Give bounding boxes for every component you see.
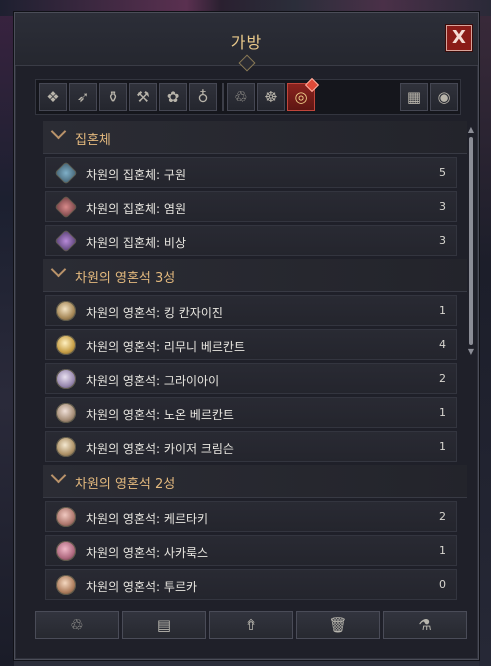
item-count: 4 bbox=[439, 338, 446, 351]
collection-gem-icon bbox=[54, 195, 78, 219]
item-count: 1 bbox=[439, 406, 446, 419]
collection-gem-icon bbox=[54, 161, 78, 185]
list-item[interactable]: 차원의 집혼체: 비상 3 bbox=[45, 225, 457, 256]
tab-materials[interactable]: ✿ bbox=[159, 83, 187, 111]
group-label: 차원의 영혼석 2성 bbox=[75, 477, 176, 492]
chevron-down-icon bbox=[51, 264, 65, 278]
soulstone-icon bbox=[56, 403, 76, 423]
soulstone-icon bbox=[56, 507, 76, 527]
eye-toggle-button[interactable]: ◉ bbox=[430, 83, 458, 111]
alchemy-button[interactable]: ⚗ bbox=[383, 611, 467, 639]
title-bar[interactable]: 가방 X bbox=[15, 13, 478, 72]
chevron-down-icon bbox=[51, 470, 65, 484]
tab-pouch[interactable]: ♁ bbox=[189, 83, 217, 111]
item-count: 1 bbox=[439, 544, 446, 557]
item-name: 차원의 집혼체: 염원 bbox=[86, 202, 186, 216]
group-header-soulstone-3star[interactable]: 차원의 영혼석 3성 bbox=[43, 259, 467, 292]
anvil-icon: ⚒ bbox=[136, 88, 150, 106]
grid-view-icon: ▦ bbox=[406, 88, 422, 106]
item-name: 차원의 영혼석: 킹 칸자이진 bbox=[86, 306, 223, 320]
background-right bbox=[479, 0, 491, 666]
tab-emblem[interactable]: ☸ bbox=[257, 83, 285, 111]
list-item[interactable]: 차원의 영혼석: 노온 베르칸트 1 bbox=[45, 397, 457, 428]
soulstone-icon bbox=[56, 575, 76, 595]
group-header-soulstone-2star[interactable]: 차원의 영혼석 2성 bbox=[43, 465, 467, 498]
list-item[interactable]: 차원의 집혼체: 구원 5 bbox=[45, 157, 457, 188]
upgrade-statue-icon: ⇮ bbox=[244, 616, 258, 634]
list-item[interactable]: 차원의 영혼석: 카이저 크림슨 1 bbox=[45, 431, 457, 462]
group-label: 집혼체 bbox=[75, 133, 111, 148]
coins-icon: ◎ bbox=[294, 88, 308, 106]
pouch-icon: ♁ bbox=[197, 88, 209, 106]
item-name: 차원의 영혼석: 노온 베르칸트 bbox=[86, 408, 234, 422]
scroll-map-icon: ▤ bbox=[156, 616, 172, 634]
grid-view-button[interactable]: ▦ bbox=[400, 83, 428, 111]
title-ornament-icon bbox=[238, 54, 256, 72]
trash-button[interactable]: 🗑 bbox=[296, 611, 380, 639]
item-name: 차원의 영혼석: 투르카 bbox=[86, 580, 198, 594]
tab-separator bbox=[222, 83, 224, 111]
eye-icon: ◉ bbox=[437, 88, 451, 106]
item-list: 집혼체 차원의 집혼체: 구원 5 차원의 집혼체: 염원 3 차원의 집혼체:… bbox=[43, 121, 467, 605]
bow-weapon-icon: ➶ bbox=[76, 88, 90, 106]
item-name: 차원의 영혼석: 그라이아이 bbox=[86, 374, 220, 388]
background-left bbox=[0, 0, 14, 666]
item-name: 차원의 집혼체: 비상 bbox=[86, 236, 186, 250]
list-item[interactable]: 차원의 영혼석: 케르타키 2 bbox=[45, 501, 457, 532]
item-name: 차원의 영혼석: 카이저 크림슨 bbox=[86, 442, 234, 456]
trash-icon: 🗑 bbox=[328, 616, 348, 634]
category-tabs: ❖ ➶ ⚱ ⚒ ✿ ♁ ♲ ☸ ◎ ▦ ◉ bbox=[35, 77, 461, 115]
group-header-collection[interactable]: 집혼체 bbox=[43, 121, 467, 154]
scroll-map-button[interactable]: ▤ bbox=[122, 611, 206, 639]
moon-emblem-icon: ☸ bbox=[264, 88, 278, 106]
soulstone-icon bbox=[56, 335, 76, 355]
currency-convert-button[interactable]: ♲ bbox=[35, 611, 119, 639]
item-count: 2 bbox=[439, 510, 446, 523]
close-button[interactable]: X bbox=[446, 25, 472, 51]
list-item[interactable]: 차원의 영혼석: 투르카 0 bbox=[45, 569, 457, 600]
item-name: 차원의 집혼체: 구원 bbox=[86, 168, 186, 182]
currency-icon: ♲ bbox=[234, 88, 248, 106]
item-count: 1 bbox=[439, 440, 446, 453]
soulstone-icon bbox=[56, 541, 76, 561]
item-count: 3 bbox=[439, 234, 446, 247]
item-count: 0 bbox=[439, 578, 446, 591]
tab-all[interactable]: ❖ bbox=[39, 83, 67, 111]
tab-consumables[interactable]: ⚱ bbox=[99, 83, 127, 111]
item-name: 차원의 영혼석: 리무니 베르칸트 bbox=[86, 340, 246, 354]
inventory-window: 가방 X ❖ ➶ ⚱ ⚒ ✿ ♁ ♲ ☸ ◎ ▦ ◉ 집혼체 차원의 집혼체: … bbox=[14, 12, 479, 660]
list-item[interactable]: 차원의 집혼체: 염원 3 bbox=[45, 191, 457, 222]
item-count: 2 bbox=[439, 372, 446, 385]
list-item[interactable]: 차원의 영혼석: 그라이아이 2 bbox=[45, 363, 457, 394]
collection-gem-icon bbox=[54, 229, 78, 253]
group-label: 차원의 영혼석 3성 bbox=[75, 271, 176, 286]
upgrade-button[interactable]: ⇮ bbox=[209, 611, 293, 639]
soulstone-icon bbox=[56, 437, 76, 457]
herb-icon: ✿ bbox=[166, 88, 180, 106]
item-count: 1 bbox=[439, 304, 446, 317]
flask-icon: ⚗ bbox=[418, 616, 432, 634]
window-title: 가방 bbox=[230, 33, 263, 52]
scroll-down-icon[interactable]: ▼ bbox=[466, 347, 476, 357]
list-item[interactable]: 차원의 영혼석: 사카룩스 1 bbox=[45, 535, 457, 566]
tab-weapons[interactable]: ➶ bbox=[69, 83, 97, 111]
list-item[interactable]: 차원의 영혼석: 리무니 베르칸트 4 bbox=[45, 329, 457, 360]
scrollbar-thumb[interactable] bbox=[469, 137, 473, 345]
currency-convert-icon: ♲ bbox=[70, 616, 84, 634]
item-name: 차원의 영혼석: 케르타키 bbox=[86, 512, 209, 526]
item-count: 5 bbox=[439, 166, 446, 179]
item-name: 차원의 영혼석: 사카룩스 bbox=[86, 546, 209, 560]
tab-coins[interactable]: ◎ bbox=[287, 77, 320, 111]
chevron-down-icon bbox=[51, 126, 65, 140]
soulstone-icon bbox=[56, 369, 76, 389]
list-item[interactable]: 차원의 영혼석: 킹 칸자이진 1 bbox=[45, 295, 457, 326]
scroll-up-icon[interactable]: ▲ bbox=[466, 125, 476, 135]
bottom-action-bar: ♲ ▤ ⇮ 🗑 ⚗ bbox=[35, 611, 469, 641]
tab-crafting[interactable]: ⚒ bbox=[129, 83, 157, 111]
soulstone-icon bbox=[56, 301, 76, 321]
all-items-icon: ❖ bbox=[46, 88, 60, 106]
potion-icon: ⚱ bbox=[106, 88, 120, 106]
tab-currency[interactable]: ♲ bbox=[227, 83, 255, 111]
item-count: 3 bbox=[439, 200, 446, 213]
